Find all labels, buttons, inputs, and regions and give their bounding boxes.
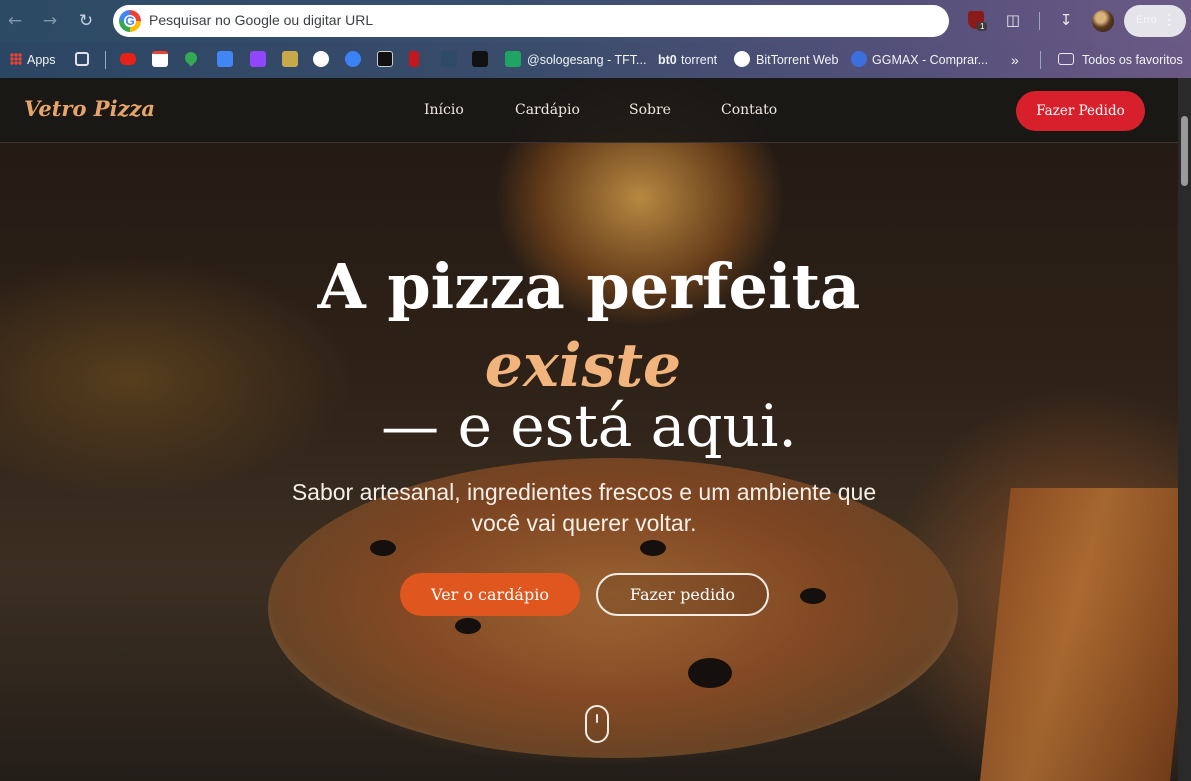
bookmark-divider xyxy=(1040,51,1041,69)
globe-icon xyxy=(734,51,750,67)
twitch-icon[interactable] xyxy=(250,51,266,67)
hero-title-line3: — e está aqui. xyxy=(381,392,797,460)
overflow-chevron-icon[interactable]: » xyxy=(1011,50,1019,70)
hero-subtitle-line1: Sabor artesanal, ingredientes frescos e … xyxy=(291,479,877,505)
extension-badge: 1 xyxy=(977,22,988,31)
ggmax-icon xyxy=(851,51,867,67)
toolbar-divider xyxy=(1039,12,1040,30)
web-page: Vetro Pizza Início Cardápio Sobre Contat… xyxy=(0,78,1191,781)
scrollbar-thumb[interactable] xyxy=(1181,116,1188,186)
omnibox-placeholder: Pesquisar no Google ou digitar URL xyxy=(149,12,374,28)
bookmark-all-favorites[interactable]: Todos os favoritos xyxy=(1082,50,1183,70)
gmail-icon[interactable] xyxy=(152,51,168,67)
steam-icon[interactable] xyxy=(441,51,457,67)
bookmark-apps[interactable]: Apps xyxy=(10,50,56,70)
maps-icon[interactable] xyxy=(182,49,200,67)
bookmark-tft[interactable]: @sologesang - TFT... xyxy=(527,50,646,70)
browser-toolbar: ← → ↻ G Pesquisar no Google ou digitar U… xyxy=(0,0,1191,42)
back-icon[interactable]: ← xyxy=(3,9,27,33)
translate-icon[interactable] xyxy=(217,51,233,67)
bookmark-torrent[interactable]: torrent xyxy=(681,50,717,70)
mouse-wheel xyxy=(596,714,598,723)
nav-link-cardapio[interactable]: Cardápio xyxy=(515,102,580,118)
site-header: Vetro Pizza Início Cardápio Sobre Contat… xyxy=(0,78,1178,143)
forward-icon[interactable]: → xyxy=(38,9,62,33)
hero-subtitle-line2: você vai querer voltar. xyxy=(471,510,697,536)
nav-link-contato[interactable]: Contato xyxy=(721,102,777,118)
folder-icon xyxy=(1058,53,1074,65)
hero-title-line1: A pizza perfeita xyxy=(317,250,861,323)
avatar[interactable] xyxy=(1092,10,1114,32)
brand-logo[interactable]: Vetro Pizza xyxy=(24,96,155,121)
apps-grid-icon xyxy=(10,53,22,65)
omnibox[interactable]: G Pesquisar no Google ou digitar URL xyxy=(113,5,949,37)
medium-icon[interactable] xyxy=(377,51,393,67)
bookmark-ggmax[interactable]: GGMAX - Comprar... xyxy=(872,50,988,70)
tab-groups-icon[interactable] xyxy=(75,52,89,66)
place-order-button[interactable]: Fazer pedido xyxy=(596,573,769,616)
openai-icon[interactable] xyxy=(313,51,329,67)
nav-link-inicio[interactable]: Início xyxy=(424,102,464,118)
google-icon: G xyxy=(119,10,141,32)
bookmark-bittorrent-web[interactable]: BitTorrent Web xyxy=(756,50,838,70)
order-button[interactable]: Fazer Pedido xyxy=(1016,91,1145,131)
scroll-down-mouse-icon[interactable] xyxy=(585,705,609,743)
sheets-icon xyxy=(505,51,521,67)
hero-title-highlight: existe xyxy=(484,331,682,401)
view-menu-button[interactable]: Ver o cardápio xyxy=(400,573,580,616)
bookmark-label: Apps xyxy=(27,53,56,67)
play-icon[interactable] xyxy=(345,51,361,67)
netflix-icon[interactable] xyxy=(409,51,419,67)
profile-error-button[interactable]: Erro ⋮ xyxy=(1124,5,1186,37)
bookmark-site-icon[interactable] xyxy=(282,51,298,67)
nav-link-sobre[interactable]: Sobre xyxy=(629,102,671,118)
kebab-menu-icon[interactable]: ⋮ xyxy=(1162,11,1176,28)
reload-icon[interactable]: ↻ xyxy=(74,9,98,33)
bt0-icon: bt0 xyxy=(658,53,677,67)
profile-label: Erro xyxy=(1136,14,1157,26)
extensions-puzzle-icon[interactable]: ◫ xyxy=(1003,10,1023,30)
youtube-icon[interactable] xyxy=(120,53,136,65)
bookmark-divider xyxy=(105,51,106,69)
apple-tv-icon[interactable] xyxy=(472,51,488,67)
bookmarks-bar: Apps @sologesang - TFT... bt0 torrent Bi… xyxy=(0,42,1191,78)
download-icon[interactable]: ↧ xyxy=(1056,10,1076,30)
